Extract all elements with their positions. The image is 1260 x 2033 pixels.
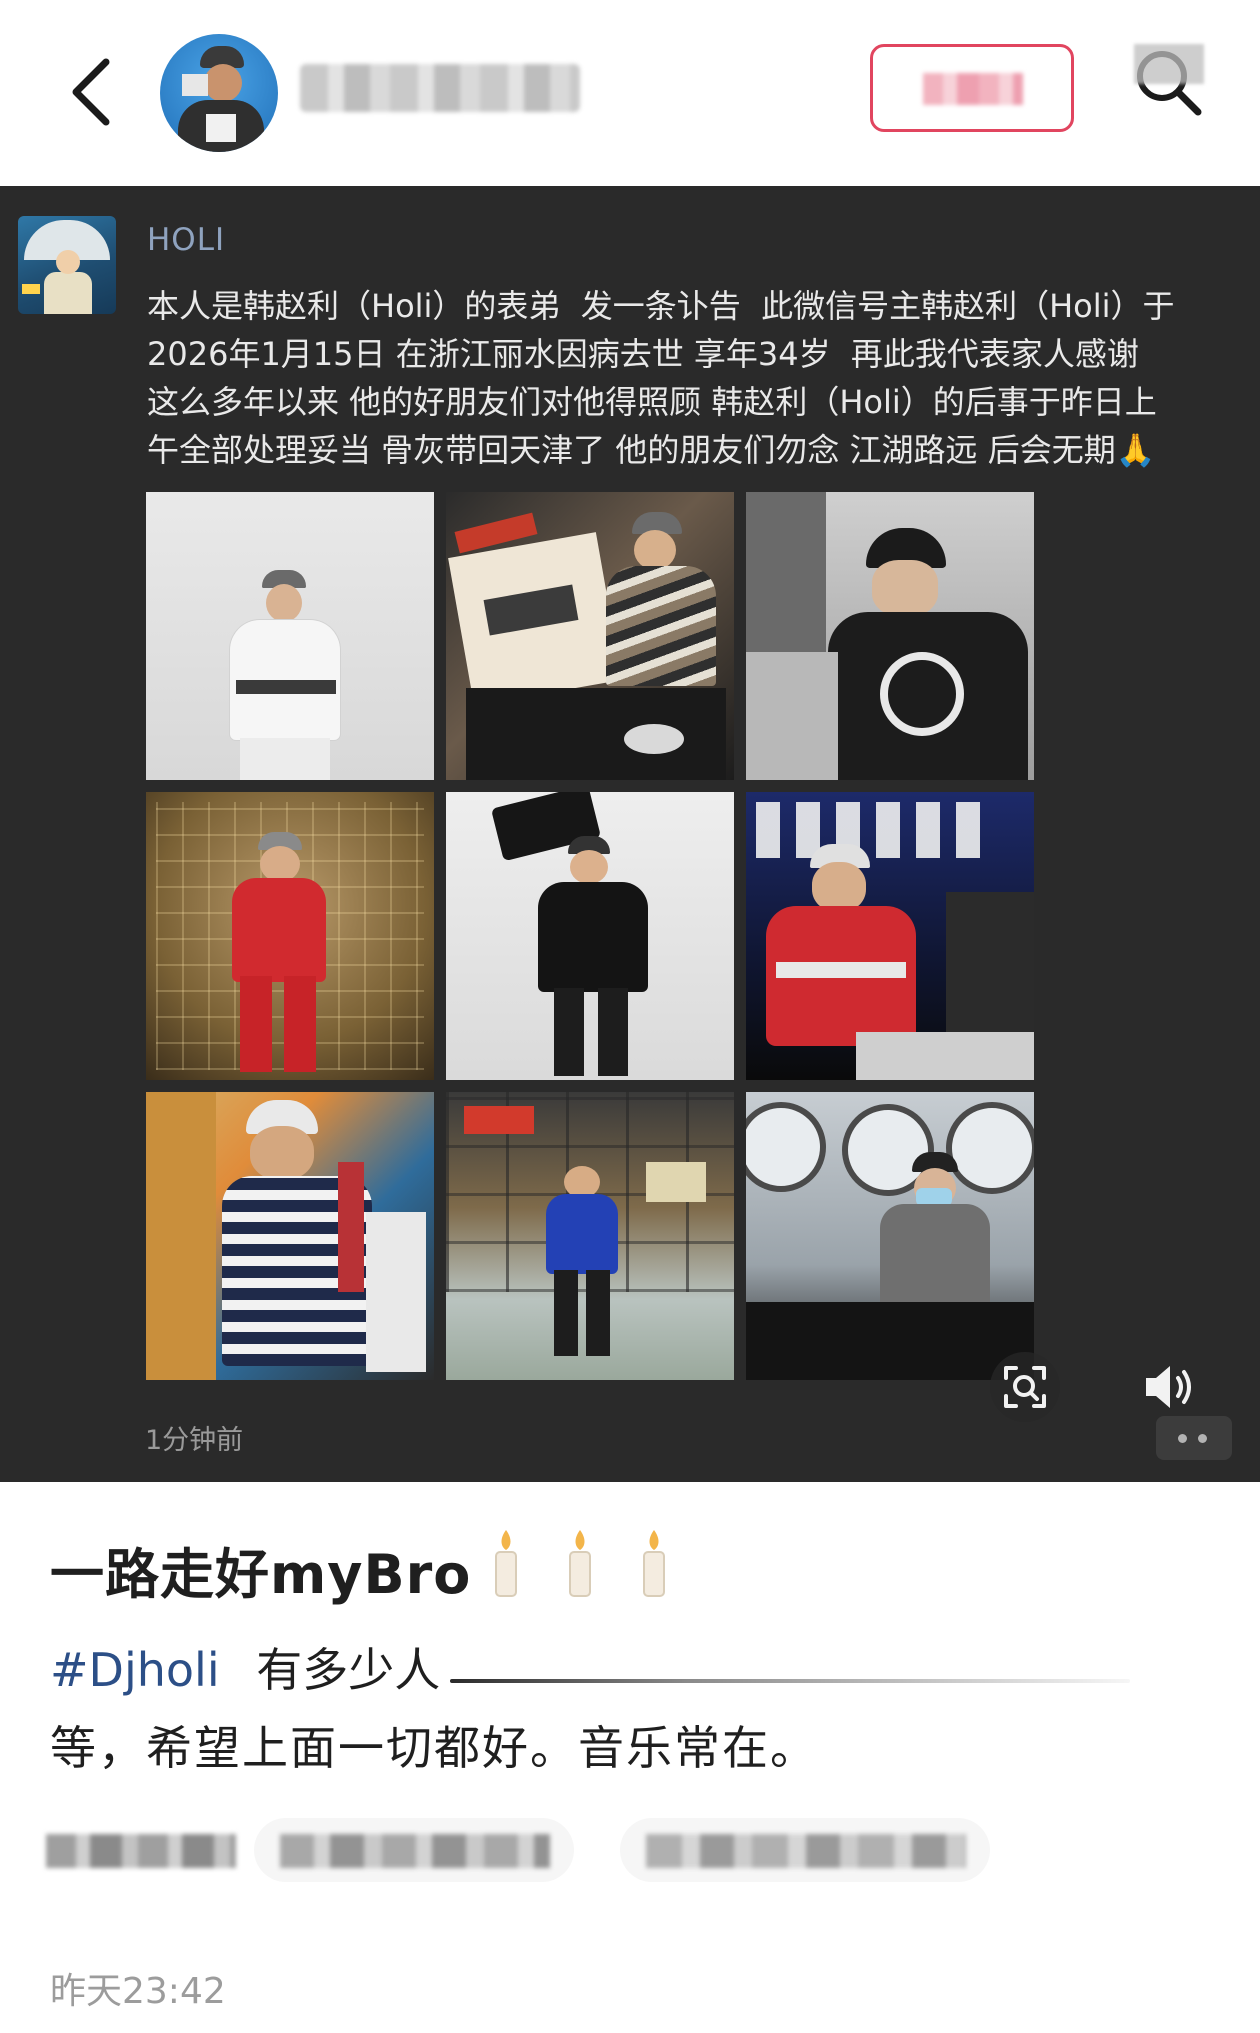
caption-line-1-text: 有多少人 — [256, 1643, 441, 1697]
photo-1[interactable] — [146, 492, 434, 780]
poster-name[interactable]: HOLI — [147, 222, 225, 258]
post-page: HOLI 本人是韩赵利（Holi）的表弟 发一条讣告 此微信号主韩赵利（Holi… — [0, 0, 1260, 2033]
photo-2[interactable] — [446, 492, 734, 780]
avatar[interactable] — [160, 34, 278, 152]
candle-icon — [569, 1530, 591, 1597]
poster-avatar[interactable] — [18, 216, 116, 314]
follow-button[interactable] — [870, 44, 1074, 132]
chevron-left-icon[interactable] — [62, 56, 122, 128]
blurred-tag[interactable] — [254, 1818, 574, 1882]
post-time: 昨天23:42 — [50, 1971, 226, 2012]
candle-icon — [495, 1530, 517, 1597]
search-icon-blur — [1134, 44, 1204, 84]
caption-line-1: #Djholi 有多少人 — [50, 1634, 440, 1700]
photo-3[interactable] — [746, 492, 1034, 780]
moments-post-card: HOLI 本人是韩赵利（Holi）的表弟 发一条讣告 此微信号主韩赵利（Holi… — [0, 186, 1260, 1482]
post-timestamp: 1分钟前 — [145, 1425, 244, 1456]
speaker-icon[interactable] — [1124, 1352, 1210, 1422]
more-dots-icon[interactable] — [1156, 1416, 1232, 1460]
top-bar — [0, 0, 1260, 186]
photo-4[interactable] — [146, 792, 434, 1080]
follow-label-blurred — [923, 73, 1023, 105]
photo-7[interactable] — [146, 1092, 434, 1380]
photo-8[interactable] — [446, 1092, 734, 1380]
candle-icon — [643, 1530, 665, 1597]
caption-line-2: 等，希望上面一切都好。音乐常在。 — [50, 1721, 818, 1775]
post-text: 本人是韩赵利（Holi）的表弟 发一条讣告 此微信号主韩赵利（Holi）于 20… — [147, 287, 1175, 469]
photo-9[interactable] — [746, 1092, 1034, 1380]
blurred-tag[interactable] — [36, 1818, 246, 1882]
caption-title: 一路走好myBro — [50, 1543, 472, 1606]
scan-icon[interactable] — [990, 1352, 1060, 1422]
hashtag-link[interactable]: #Djholi — [50, 1643, 220, 1697]
photo-grid — [146, 492, 1034, 1380]
blurred-tag[interactable] — [620, 1818, 990, 1882]
swipe-indicator — [450, 1679, 1130, 1683]
username-blurred[interactable] — [300, 64, 580, 112]
photo-5[interactable] — [446, 792, 734, 1080]
photo-6[interactable] — [746, 792, 1034, 1080]
